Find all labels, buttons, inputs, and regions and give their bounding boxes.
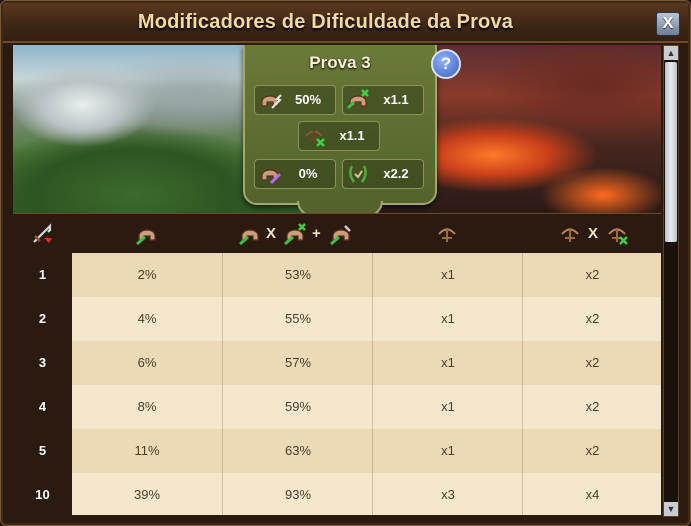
row-level: 10 [13,473,72,515]
help-button[interactable]: ? [431,49,461,79]
header-ranged-mult: X [522,214,661,254]
table-row: 10 39% 93% x3 x4 [13,473,661,515]
table-row: 1 2% 53% x1 x2 [13,253,661,297]
helmet-attack-icon [136,229,156,246]
title-bar: Modificadores de Dificuldade da Prova X [3,3,688,43]
cell-ranged-mult: x2 [522,253,661,297]
table-row: 4 8% 59% x1 x2 [13,385,661,429]
stat-reward: x2.2 [342,159,424,189]
cell-ranged: x1 [372,253,523,297]
cell-combined: 53% [222,253,373,297]
cell-ranged-mult: x2 [522,341,661,385]
cell-ranged: x1 [372,429,523,473]
cell-ranged-mult: x4 [522,473,661,515]
row-level: 3 [13,341,72,385]
cell-attack: 2% [137,267,157,282]
crossbow-icon [438,228,456,242]
table-row: 3 6% 57% x1 x2 [13,341,661,385]
crossbow-icon [561,228,579,242]
helmet-defense-icon [284,223,306,246]
cell-combined: 93% [222,473,373,515]
helmet-magic-icon [261,169,282,185]
header-combined: X + [222,214,372,254]
times-sign: X [588,225,599,242]
laurel-icon [349,165,367,183]
plus-sign: + [312,225,321,242]
content-area: Prova 3 50% x1.1 x1.1 0% x2.2 ? X + X 1 … [13,45,661,515]
scroll-up-button[interactable]: ▲ [664,46,678,60]
cell-attack: 8% [137,399,157,414]
row-level: 1 [13,253,72,297]
cell-ranged: x3 [372,473,523,515]
helmet-attack-icon [261,94,282,109]
banner: Prova 3 50% x1.1 x1.1 0% x2.2 ? [13,45,661,213]
modifiers-window: Modificadores de Dificuldade da Prova X … [0,0,691,526]
header-ranged [372,214,522,254]
sword-level-icon [33,223,52,243]
close-button[interactable]: X [656,12,680,36]
stat-attack: 50% [254,85,336,115]
table-row: 5 11% 63% x1 x2 [13,429,661,473]
cell-attack: 4% [137,311,157,326]
crossbow-defense-icon [608,228,628,245]
cell-combined: 57% [222,341,373,385]
table-row: 2 4% 55% x1 x2 [13,297,661,341]
row-level: 4 [13,385,72,429]
header-attack [72,214,222,254]
cell-combined: 59% [222,385,373,429]
window-title: Modificadores de Dificuldade da Prova [137,11,514,33]
cell-ranged: x1 [372,297,523,341]
cell-combined: 63% [222,429,373,473]
crossbow-icon [305,130,325,147]
scroll-thumb[interactable] [665,62,677,242]
cell-combined: 55% [222,297,373,341]
helmet-attack-icon [239,229,259,246]
vertical-scrollbar[interactable]: ▲ ▼ [663,45,679,517]
trial-title: Prova 3 [309,53,371,72]
cell-ranged-mult: x2 [522,385,661,429]
cell-attack: 39% [133,487,161,502]
helmet-defense-icon [346,89,369,110]
trial-panel: Prova 3 50% x1.1 x1.1 0% x2.2 [243,45,437,213]
stat-ranged: x1.1 [298,121,380,151]
cell-attack: 6% [137,355,157,370]
header-level [13,214,72,254]
scroll-down-button[interactable]: ▼ [664,502,678,516]
cell-ranged-mult: x2 [522,297,661,341]
cell-ranged-mult: x2 [522,429,661,473]
cell-ranged: x1 [372,341,523,385]
times-sign: X [266,225,277,242]
cell-ranged: x1 [372,385,523,429]
row-level: 5 [13,429,72,473]
helmet-magic-icon [330,225,351,246]
cell-attack: 11% [134,443,160,458]
stat-defense: x1.1 [342,85,424,115]
table-header: X + X [13,213,661,254]
stat-magic: 0% [254,159,336,189]
row-level: 2 [13,297,72,341]
